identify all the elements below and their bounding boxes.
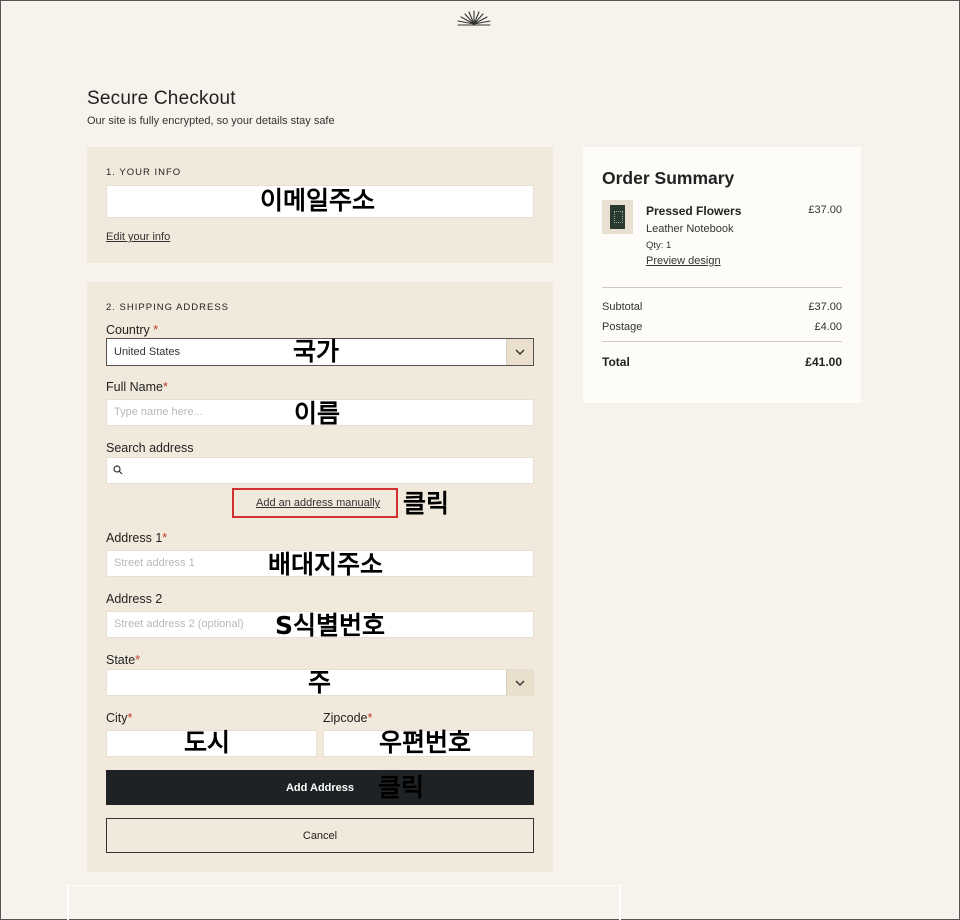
country-value: United States xyxy=(114,346,181,358)
required-marker: * xyxy=(135,653,141,667)
product-quantity: Qty: 1 xyxy=(646,240,672,251)
required-marker: * xyxy=(127,711,133,725)
product-thumbnail xyxy=(602,200,633,234)
address2-placeholder: Street address 2 (optional) xyxy=(114,618,244,630)
required-marker: * xyxy=(162,380,168,394)
postage-label: Postage xyxy=(602,321,643,333)
cancel-button[interactable]: Cancel xyxy=(106,818,534,853)
sunburst-logo-icon[interactable] xyxy=(455,8,493,28)
city-annotation: 도시 xyxy=(184,728,231,757)
total-label: Total xyxy=(602,355,630,369)
zipcode-label: Zipcode* xyxy=(323,711,372,725)
country-label: Country * xyxy=(106,323,158,337)
cancel-label: Cancel xyxy=(302,829,338,842)
shipping-heading: 2. SHIPPING ADDRESS xyxy=(106,302,230,313)
address1-label: Address 1* xyxy=(106,531,167,545)
order-summary-title: Order Summary xyxy=(602,168,735,188)
country-annotation: 국가 xyxy=(293,337,340,366)
preview-design-link[interactable]: Preview design xyxy=(646,255,721,267)
zipcode-annotation: 우편번호 xyxy=(379,728,472,757)
add-address-button[interactable]: Add Address xyxy=(106,770,534,805)
city-label: City* xyxy=(106,711,132,725)
add-address-label: Add Address xyxy=(285,781,355,794)
email-annotation: 이메일주소 xyxy=(260,186,376,215)
full-name-label-text: Full Name xyxy=(106,380,163,394)
edit-info-link[interactable]: Edit your info xyxy=(106,231,170,243)
country-label-text: Country xyxy=(106,323,150,337)
notebook-icon xyxy=(610,205,625,229)
address2-label: Address 2 xyxy=(106,592,163,606)
shipping-address-section: 2. SHIPPING ADDRESS Country * United Sta… xyxy=(87,282,553,872)
required-marker: * xyxy=(162,531,168,545)
product-variant: Leather Notebook xyxy=(646,223,734,235)
full-name-label: Full Name* xyxy=(106,380,168,394)
divider xyxy=(602,341,842,342)
state-label: State* xyxy=(106,653,140,667)
total-value: £41.00 xyxy=(805,355,842,369)
product-name: Pressed Flowers xyxy=(646,204,742,218)
add-click-annotation: 클릭 xyxy=(378,773,425,802)
your-info-section: 1. YOUR INFO 이메일주소 Edit your info xyxy=(87,147,553,263)
page-title: Secure Checkout xyxy=(87,88,236,109)
order-summary: Order Summary Pressed Flowers £37.00 Lea… xyxy=(583,147,861,403)
state-label-text: State xyxy=(106,653,136,667)
chevron-down-icon[interactable] xyxy=(506,670,533,695)
full-name-annotation: 이름 xyxy=(294,399,341,428)
full-name-placeholder: Type name here... xyxy=(114,406,203,418)
search-address-label: Search address xyxy=(106,441,194,455)
chevron-down-icon[interactable] xyxy=(506,339,533,365)
zipcode-label-text: Zipcode xyxy=(323,711,368,725)
divider xyxy=(602,287,842,288)
required-marker: * xyxy=(153,323,159,337)
address1-placeholder: Street address 1 xyxy=(114,557,195,569)
your-info-heading: 1. YOUR INFO xyxy=(106,167,182,178)
subtotal-label: Subtotal xyxy=(602,301,643,313)
postage-value: £4.00 xyxy=(814,321,842,333)
search-icon xyxy=(113,465,123,475)
manual-click-annotation: 클릭 xyxy=(403,489,450,518)
product-price: £37.00 xyxy=(808,204,842,216)
page-subtitle: Our site is fully encrypted, so your det… xyxy=(87,115,335,127)
search-address-field[interactable] xyxy=(106,457,534,484)
subtotal-value: £37.00 xyxy=(808,301,842,313)
add-address-manually-link[interactable]: Add an address manually xyxy=(256,497,380,509)
required-marker: * xyxy=(367,711,373,725)
address1-annotation: 배대지주소 xyxy=(268,550,384,579)
bottom-panel-fragment xyxy=(67,885,621,920)
city-label-text: City xyxy=(106,711,128,725)
state-annotation: 주 xyxy=(308,668,332,697)
address1-label-text: Address 1 xyxy=(106,531,163,545)
address2-annotation: S식별번호 xyxy=(275,611,386,640)
